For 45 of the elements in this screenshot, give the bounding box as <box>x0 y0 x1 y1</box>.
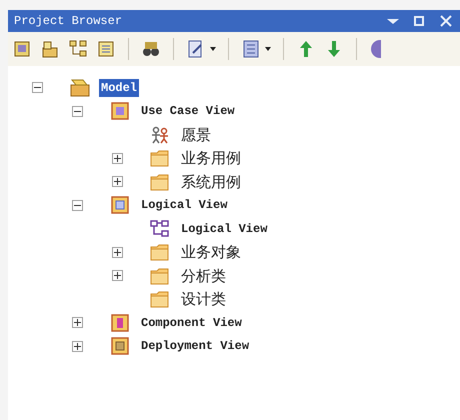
tree-item[interactable]: 业务用例 <box>179 149 243 168</box>
folder-icon <box>149 266 171 286</box>
caret-icon[interactable] <box>265 47 271 51</box>
expand-toggle[interactable] <box>112 270 123 282</box>
tree-item[interactable]: Model <box>99 78 140 97</box>
package-icon <box>109 101 131 122</box>
caret-icon[interactable] <box>210 47 216 51</box>
tree-item[interactable]: 业务对象 <box>179 243 243 262</box>
actors-icon <box>149 124 171 145</box>
tree-item[interactable]: Use Case View <box>139 102 237 120</box>
tree-item[interactable]: 设计类 <box>179 290 228 308</box>
expand-toggle[interactable] <box>72 340 83 352</box>
tree-item[interactable]: Deployment View <box>139 337 252 356</box>
pin-icon[interactable] <box>386 16 400 26</box>
binoculars-icon[interactable] <box>141 39 161 59</box>
collapse-toggle[interactable] <box>72 106 83 117</box>
package-icon <box>109 195 131 216</box>
tree-item[interactable]: Logical View <box>179 220 270 238</box>
expand-toggle[interactable] <box>112 176 123 188</box>
model-icon <box>69 78 91 98</box>
folder-icon <box>149 172 171 192</box>
expand-toggle[interactable] <box>112 246 123 258</box>
expand-toggle[interactable] <box>72 317 83 328</box>
tree-item[interactable]: Logical View <box>139 196 230 214</box>
tree-item[interactable]: 愿景 <box>179 126 213 144</box>
tree-item[interactable]: 分析类 <box>179 266 228 285</box>
collapse-toggle[interactable] <box>32 82 43 94</box>
diagram-icon <box>149 218 171 239</box>
expand-toggle[interactable] <box>112 152 123 164</box>
tree-item[interactable]: Component View <box>139 314 244 332</box>
package-icon <box>109 312 131 333</box>
open-icon[interactable] <box>40 39 60 59</box>
hierarchy-icon[interactable] <box>68 39 88 59</box>
folder-icon <box>149 148 171 168</box>
sheet-icon[interactable] <box>241 39 261 59</box>
collapse-toggle[interactable] <box>72 200 83 211</box>
window-title: Project Browser <box>14 13 124 30</box>
restore-icon[interactable] <box>414 16 424 26</box>
list-icon[interactable] <box>96 39 116 59</box>
new-icon[interactable] <box>12 39 32 59</box>
close-icon[interactable] <box>440 15 452 27</box>
folder-icon <box>149 289 171 310</box>
folder-icon <box>149 242 171 262</box>
package-icon <box>109 336 131 356</box>
tree-item[interactable]: 系统用例 <box>179 172 243 191</box>
